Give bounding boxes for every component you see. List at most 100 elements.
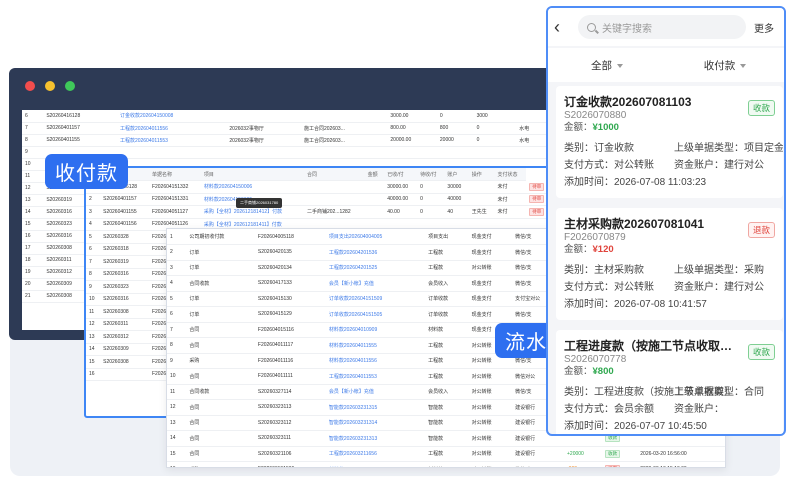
table-cell: 订单 [186,306,255,323]
table-cell: S20260308 [100,355,149,369]
table-cell: 材料款 [425,322,469,338]
table-cell [364,180,385,194]
filter-type-dropdown[interactable]: 收付款 [666,58,784,73]
table-cell: 7 [86,255,101,269]
transaction-card[interactable]: 订金收款202607081103 收款 S2026070880 金额：¥1000 类别：… [556,86,783,198]
table-cell: 智能款 [425,430,469,447]
table-cell: 7 [22,122,44,135]
parent-type: 上级单据类型：合同 [674,387,764,398]
table-row[interactable]: 3 S20260401155 F202604051127 采购【全材】20261218… [86,205,552,219]
time-value: 2026-07-07 10:45:50 [614,421,707,432]
table-cell: 14 [167,430,187,447]
status-tag: 待审 [529,207,545,216]
receipts-payments-label: 收付款 [45,154,128,189]
window-maximize-dot[interactable] [65,81,75,91]
table-cell: 20000.00 [387,134,437,147]
fund-account: 资金账户： [674,404,724,415]
table-cell: 智能款202603231313 [325,430,426,447]
card-amount-row: 金额：¥1000 [564,122,775,134]
table-cell: 水电 [516,122,546,135]
table-cell: 20 [22,278,44,291]
table-cell: S20260401156 [100,218,149,231]
table-cell: 施工合同202603... [301,134,388,147]
pay-method: 支付方式：对公转账 [564,160,654,171]
table-cell: 订单收款 [425,291,469,307]
table-cell [505,110,517,123]
table-cell: 采购 [186,353,255,369]
transaction-card[interactable]: 主材采购款202607081041 退款 F2026070879 金额：¥120 类别：… [556,208,783,320]
card-amount-row: 金额：¥800 [564,366,775,378]
table-cell: 30000 [444,180,469,194]
table-cell: 水电 [516,134,546,147]
card-line: 类别：主材采购款 上级单据类型：采购 [564,262,775,279]
table-cell: 0 [473,122,506,135]
table-cell: 未付 [494,193,527,206]
pay-method: 支付方式：对公转账 [564,282,654,293]
table-cell: 现金支付 [468,275,513,292]
table-cell: 30000.00 [384,180,418,194]
status-tag: 待审 [605,465,621,467]
table-cell: 16 [22,230,44,243]
table-cell: 0 [417,180,445,194]
table-cell: F202604051127 [148,205,201,219]
table-row[interactable]: 1S20260416128F202604151332材料款20260415000… [86,180,552,194]
chevron-left-icon[interactable]: ‹ [554,18,570,36]
table-cell: 8 [167,337,187,354]
search-input[interactable]: 关键字搜索 [578,15,746,39]
table-cell [364,193,385,206]
table-cell: 会员【新小帐】充值 [325,275,426,292]
card-type-badge: 收款 [747,100,775,116]
table-cell: S20260415129 [254,306,326,323]
pay-method: 支付方式：会员余额 [564,404,654,415]
table-cell: 800 [436,122,474,135]
column-header: 单据名称 [148,168,201,181]
filter-all-dropdown[interactable]: 全部 [548,58,666,73]
table-cell: 智能款202603231314 [325,415,426,431]
table-cell: 订单 [186,260,255,276]
table-row[interactable]: 16采购F202603191506材料款202603191510材料款对公转账微… [167,461,725,467]
table-cell: S20260420134 [254,260,326,276]
table-cell: 40 [444,205,469,219]
table-row[interactable]: 15 合同 S20260321106 工程款202603211656 工程款 对公转账 建设… [167,446,725,462]
table-cell: 12 [167,399,187,416]
table-cell: 对公转账 [468,368,513,385]
table-cell [303,180,365,194]
mobile-top-bar: ‹ 关键字搜索 更多 [548,8,784,46]
table-cell: F202604151332 [148,180,201,194]
table-cell: 3000 [473,110,506,123]
amount-label: 金额： [564,366,593,377]
table-cell: 项目支出202604004005 [325,229,426,245]
table-cell: 4 [86,218,101,231]
table-cell: 11 [167,384,187,400]
time-value: 2026-07-08 10:41:57 [614,299,707,310]
table-row[interactable]: 2 S20260401157 F202604151331 材料款20260415000… [86,193,552,206]
table-cell [505,146,517,159]
window-minimize-dot[interactable] [45,81,55,91]
table-cell: 材料款202604011555 [325,337,426,354]
table-cell: 对公转账 [468,384,513,400]
table-cell: 6 [167,306,187,323]
table-cell: 8 [22,134,44,147]
table-cell: 11 [86,305,101,319]
table-cell: S20260328 [100,230,149,244]
more-button[interactable]: 更多 [754,20,774,35]
table-cell: 对公转账 [468,446,513,462]
category: 类别：主材采购款 [564,265,644,276]
card-title: 主材采购款202607081041 [564,217,705,231]
table-cell: S20260417133 [254,275,326,292]
table-cell: 合同 [186,399,255,416]
transaction-card[interactable]: 工程进度款（按施工节点收取）202607081050 收款 S2026070778金… [556,330,783,434]
table-cell: S20260401157 [100,193,149,206]
table-cell: S20260319 [100,255,149,269]
table-cell: 2026032事物厅 [226,122,301,135]
table-cell: 订单收款 [425,306,469,323]
fund-account: 资金账户：建行对公 [674,160,764,171]
table-cell: 材料款 [425,461,469,467]
table-cell [301,110,388,123]
column-header: 已收/付 [384,168,418,181]
table-cell: 工程款202604011553 [116,134,227,147]
table-cell: 工程款 [425,353,469,369]
window-close-dot[interactable] [25,81,35,91]
table-cell: F202604011116 [254,353,326,369]
table-cell [226,110,301,123]
